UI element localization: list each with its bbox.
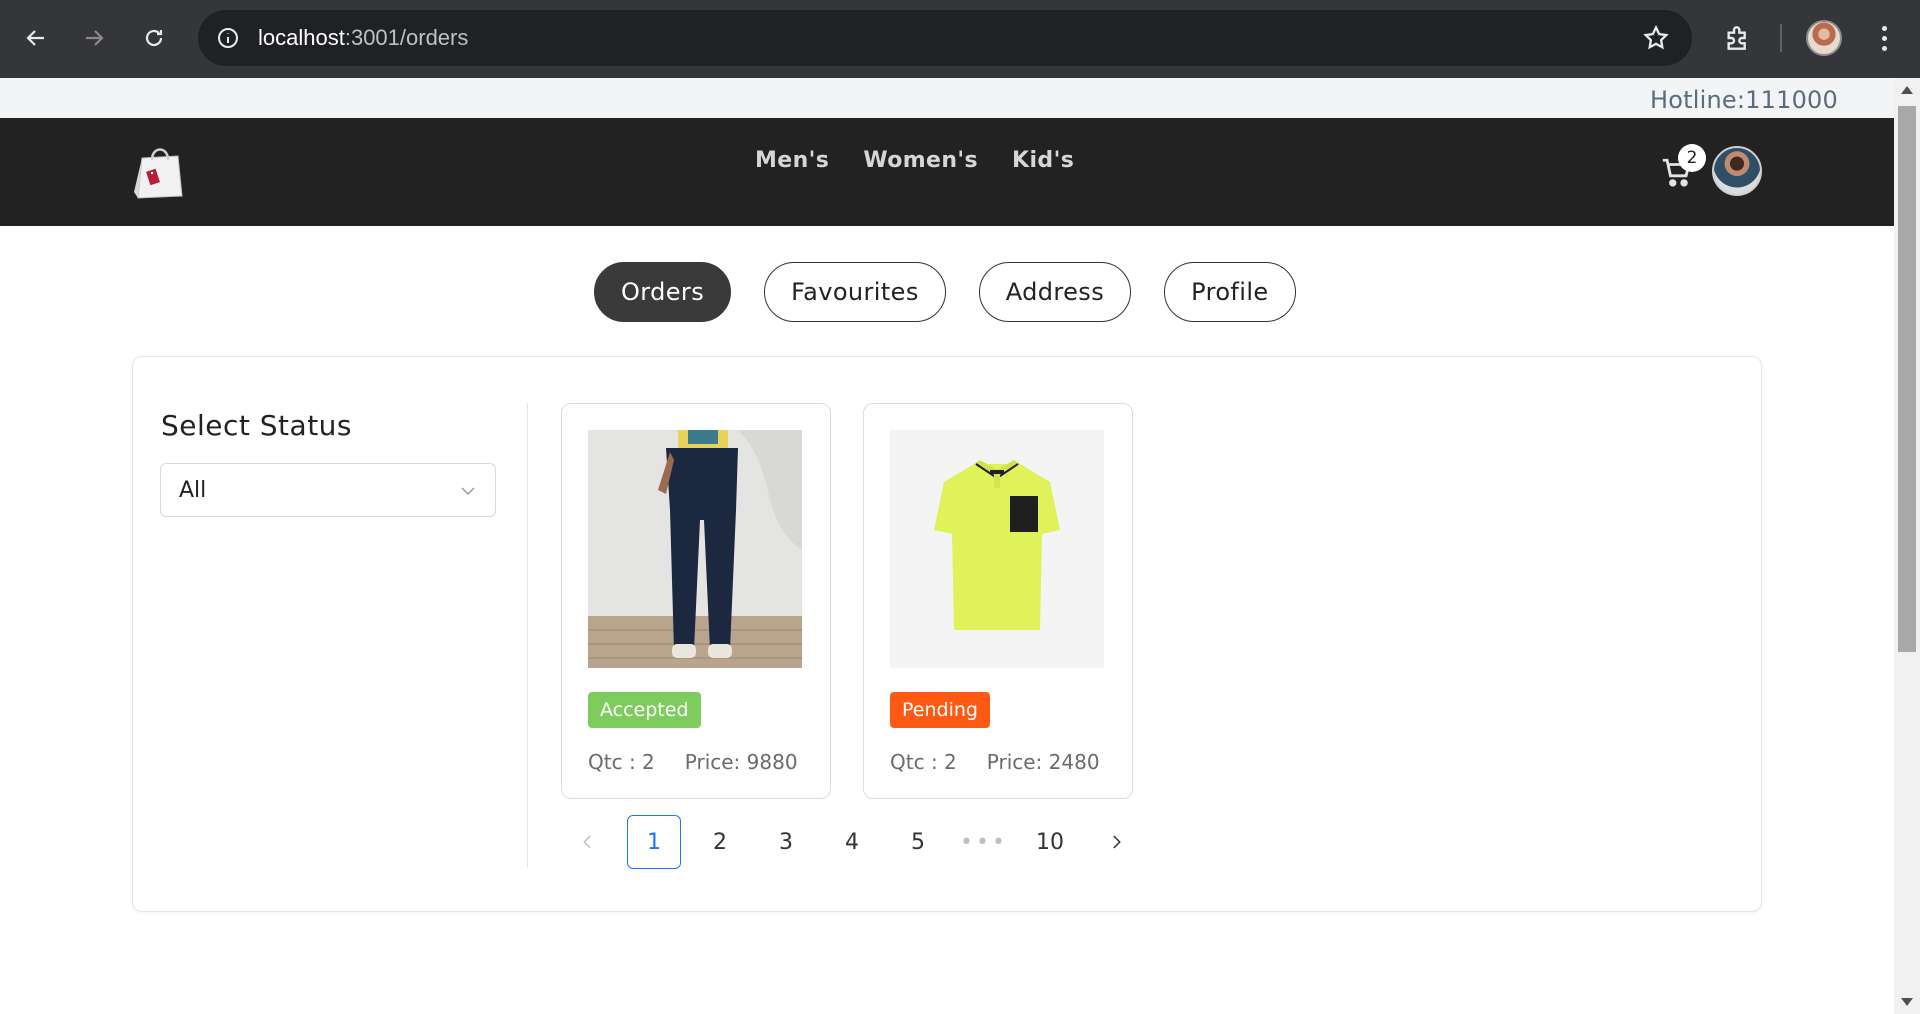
order-qty: Qtc : 2 (890, 750, 957, 774)
chevron-left-icon (583, 835, 591, 849)
user-avatar[interactable] (1712, 146, 1762, 196)
bookmark-star-icon[interactable] (1642, 24, 1670, 52)
page-scrollbar[interactable] (1894, 78, 1920, 1014)
tab-orders[interactable]: Orders (594, 262, 732, 322)
arrow-left-icon (26, 30, 44, 46)
pagination-page-2[interactable]: 2 (693, 815, 747, 869)
url-path: :3001/orders (344, 25, 469, 50)
nav-link-mens[interactable]: Men's (755, 148, 829, 173)
order-price: Price: 9880 (684, 750, 798, 774)
back-button[interactable] (18, 20, 54, 56)
url-text: localhost:3001/orders (258, 25, 468, 51)
nav-link-womens[interactable]: Women's (863, 148, 978, 173)
order-qty: Qtc : 2 (588, 750, 655, 774)
browser-menu-kebab-icon[interactable] (1872, 22, 1896, 54)
orders-list: Accepted Qtc : 2 Price: 9880 Pending Qtc… (561, 403, 1133, 799)
url-host: localhost (258, 25, 345, 50)
pagination-page-4[interactable]: 4 (825, 815, 879, 869)
address-bar[interactable]: localhost:3001/orders (198, 10, 1692, 66)
forward-button[interactable] (76, 20, 112, 56)
order-meta: Qtc : 2 Price: 9880 (588, 750, 798, 774)
order-meta: Qtc : 2 Price: 2480 (890, 750, 1100, 774)
status-select-value: All (179, 478, 207, 503)
nav-link-kids[interactable]: Kid's (1012, 148, 1074, 173)
arrow-right-icon (86, 30, 104, 46)
top-strip: Hotline:111000 (0, 78, 1894, 118)
tab-favourites[interactable]: Favourites (764, 262, 946, 322)
orders-panel: Select Status All Accepted Qtc: 2 Price… (132, 356, 1762, 912)
pagination-ellipsis[interactable]: ••• (957, 815, 1011, 869)
reload-button[interactable] (136, 20, 172, 56)
panel-divider (527, 403, 528, 867)
status-select[interactable]: All (160, 463, 496, 517)
pagination-page-5[interactable]: 5 (891, 815, 945, 869)
filter-title: Select Status (161, 409, 353, 442)
tab-profile[interactable]: Profile (1164, 262, 1296, 322)
chevron-right-icon (1113, 835, 1121, 849)
browser-profile-avatar[interactable] (1806, 20, 1842, 56)
order-image-polo-shirt (890, 430, 1104, 668)
site-header: Men's Women's Kid's 2 (0, 118, 1894, 226)
page-viewport: Hotline:111000 Men's Women's Kid's 2 Ord… (0, 78, 1894, 1014)
site-info-icon[interactable] (214, 24, 242, 52)
order-price: Price: 2480 (986, 750, 1100, 774)
status-badge-accepted: Accepted (588, 692, 701, 728)
cart-count-badge: 2 (1678, 144, 1706, 172)
hotline-text: Hotline:111000 (1650, 86, 1838, 114)
browser-toolbar: localhost:3001/orders (0, 0, 1920, 78)
category-nav: Men's Women's Kid's (755, 148, 1074, 173)
order-card[interactable]: Pending Qtc : 2 Price: 2480 (863, 403, 1133, 799)
order-card[interactable]: Accepted Qtc : 2 Price: 9880 (561, 403, 831, 799)
pagination-page-1[interactable]: 1 (627, 815, 681, 869)
account-tabs: Orders Favourites Address Profile (594, 262, 1296, 322)
toolbar-divider (1780, 24, 1782, 52)
reload-icon (145, 29, 163, 47)
scroll-down-arrow-icon[interactable] (1901, 998, 1913, 1006)
pagination-next-button[interactable] (1089, 815, 1143, 869)
pagination-page-3[interactable]: 3 (759, 815, 813, 869)
pagination-page-10[interactable]: 10 (1023, 815, 1077, 869)
pagination-prev-button[interactable] (561, 815, 615, 869)
scrollbar-thumb[interactable] (1898, 106, 1916, 652)
scroll-up-arrow-icon[interactable] (1901, 86, 1913, 94)
extensions-puzzle-icon[interactable] (1722, 22, 1754, 54)
order-image-jeans (588, 430, 802, 668)
status-badge-pending: Pending (890, 692, 990, 728)
pagination: 1 2 3 4 5 ••• 10 (561, 815, 1143, 869)
shopping-bag-logo-icon[interactable] (132, 140, 188, 202)
tab-address[interactable]: Address (978, 262, 1132, 322)
chevron-down-icon (461, 487, 475, 496)
